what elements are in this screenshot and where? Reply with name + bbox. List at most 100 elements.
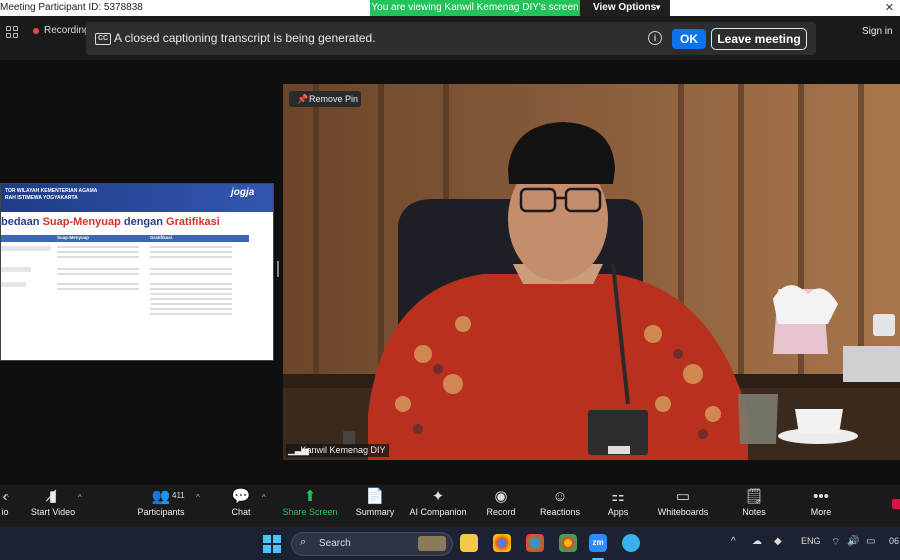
- reactions-label: Reactions: [539, 507, 581, 517]
- shared-screen-view[interactable]: TOR WILAYAH KEMENTERIAN AGAMA RAH ISTIME…: [0, 183, 274, 361]
- sign-in-link[interactable]: Sign in: [862, 26, 893, 37]
- slide-table-header: Suap-Menyuap Gratifikasi: [1, 235, 249, 242]
- record-label: Record: [486, 507, 516, 517]
- sparkle-icon: ✦: [431, 488, 445, 505]
- closed-caption-icon: CC: [95, 33, 111, 45]
- view-options-button[interactable]: View Options ▼: [580, 0, 670, 16]
- start-video-label: Start Video: [30, 507, 76, 517]
- leave-meeting-button[interactable]: Leave meeting: [711, 28, 807, 50]
- battery-icon[interactable]: ▭: [866, 536, 875, 547]
- chat-button[interactable]: 💬 Chat: [224, 485, 258, 527]
- slide-org-line-1: TOR WILAYAH KEMENTERIAN AGAMA: [5, 188, 98, 194]
- participant-name-tag: ▁▃▅ Kanwil Kemenag DIY: [286, 444, 389, 457]
- slide-logo: jogja: [231, 187, 255, 198]
- windows-taskbar: ⌕ Search zm ^ ☁ ◆ ENG ⌔ 🔊 ▭ 06: [0, 527, 900, 560]
- video-off-icon: ▮̸: [48, 488, 58, 505]
- remove-pin-button[interactable]: 📌 Remove Pin: [289, 91, 361, 107]
- participants-count: 411: [172, 491, 185, 500]
- more-label: More: [810, 507, 832, 517]
- video-options-caret-icon[interactable]: ^: [78, 493, 82, 502]
- slide-column-gratifikasi: Gratifikasi: [150, 235, 173, 240]
- share-screen-button[interactable]: ⬆ Share Screen: [282, 485, 338, 527]
- window-close-icon[interactable]: ✕: [885, 1, 894, 14]
- wifi-icon[interactable]: ⌔: [831, 536, 840, 549]
- remove-pin-label: Remove Pin: [309, 94, 359, 104]
- recording-dot-icon: [33, 28, 39, 34]
- recording-label[interactable]: Recording: [44, 25, 90, 36]
- slide-title: bedaan Suap-Menyuap dengan Gratifikasi: [1, 216, 220, 228]
- slide-header: TOR WILAYAH KEMENTERIAN AGAMA RAH ISTIME…: [1, 184, 273, 212]
- ok-button[interactable]: OK: [672, 29, 706, 49]
- language-indicator[interactable]: ENG: [801, 536, 821, 546]
- search-highlight-image: [418, 536, 446, 551]
- windows-start-icon[interactable]: [263, 535, 281, 553]
- whiteboards-button[interactable]: ▭ Whiteboards: [656, 485, 710, 527]
- apps-icon: ⚏: [611, 488, 625, 505]
- share-screen-label: Share Screen: [282, 507, 338, 517]
- record-icon: ◉: [494, 488, 508, 505]
- split-view-divider[interactable]: [277, 261, 279, 277]
- speaker-video[interactable]: [283, 84, 900, 460]
- view-options-label: View Options: [593, 2, 657, 13]
- ai-companion-button[interactable]: ✦ AI Companion: [408, 485, 468, 527]
- speaker-video-frame: [283, 84, 900, 460]
- info-icon[interactable]: i: [648, 31, 662, 45]
- apps-label: Apps: [607, 507, 629, 517]
- chrome-alt-icon[interactable]: [559, 534, 577, 552]
- cloud-icon[interactable]: ☁: [752, 536, 762, 547]
- smiley-plus-icon: ☺: [552, 488, 568, 505]
- slide-column-suap: Suap-Menyuap: [57, 235, 90, 240]
- caption-notification-bar: CC A closed captioning transcript is bei…: [86, 22, 816, 55]
- chevron-down-icon: ▼: [654, 3, 662, 12]
- start-video-button[interactable]: ▮̸ Start Video: [28, 485, 78, 527]
- chat-icon: 💬: [231, 488, 251, 505]
- meeting-controls: ‹ io ^ ▮̸ Start Video ^ 👥 411 Participan…: [0, 485, 900, 527]
- chrome-profile-icon[interactable]: [526, 534, 544, 552]
- file-explorer-icon[interactable]: [460, 534, 478, 552]
- participants-label: Participants: [137, 507, 185, 517]
- summary-icon: 📄: [365, 488, 385, 505]
- clock[interactable]: 06: [889, 536, 899, 546]
- pin-icon: 📌: [297, 94, 309, 104]
- participants-options-caret-icon[interactable]: ^: [196, 493, 200, 502]
- grid-view-icon[interactable]: [6, 26, 18, 38]
- overflow-icon[interactable]: [892, 499, 900, 509]
- signal-bars-icon: ▁▃▅: [288, 445, 309, 455]
- chrome-icon[interactable]: [493, 534, 511, 552]
- share-screen-icon: ⬆: [303, 488, 317, 505]
- tray-chevron-icon[interactable]: ^: [731, 536, 736, 547]
- apps-button[interactable]: ⚏ Apps: [604, 485, 632, 527]
- notes-button[interactable]: 🗒 Notes: [740, 485, 768, 527]
- whiteboard-icon: ▭: [675, 488, 691, 505]
- more-button[interactable]: ••• More: [808, 485, 834, 527]
- search-label: Search: [319, 538, 351, 549]
- summary-label: Summary: [355, 507, 395, 517]
- slide-title-start: bedaan: [1, 216, 43, 228]
- ai-companion-label: AI Companion: [409, 507, 467, 517]
- app-tray-icon[interactable]: ◆: [774, 536, 782, 547]
- globe-app-icon[interactable]: [622, 534, 640, 552]
- slide-title-term-2: Gratifikasi: [166, 216, 220, 228]
- audio-options-caret-icon[interactable]: ^: [5, 493, 9, 502]
- more-dots-icon: •••: [813, 488, 829, 505]
- participants-button[interactable]: 👥 411 Participants: [136, 485, 186, 527]
- chat-label: Chat: [231, 507, 251, 517]
- speaker-icon[interactable]: 🔊: [847, 536, 859, 547]
- search-icon: ⌕: [300, 536, 307, 548]
- caption-message: A closed captioning transcript is being …: [114, 31, 376, 45]
- chat-options-caret-icon[interactable]: ^: [262, 493, 266, 502]
- reactions-button[interactable]: ☺ Reactions: [538, 485, 582, 527]
- record-button[interactable]: ◉ Record: [484, 485, 518, 527]
- summary-button[interactable]: 📄 Summary: [354, 485, 396, 527]
- meeting-title: Meeting Participant ID: 5378838: [0, 2, 143, 13]
- viewing-screen-banner: You are viewing Kanwil Kemenag DIY's scr…: [370, 0, 580, 16]
- audio-button[interactable]: ‹ io: [0, 485, 10, 527]
- taskbar-search-box[interactable]: ⌕ Search: [291, 532, 453, 556]
- participant-name: Kanwil Kemenag DIY: [300, 445, 386, 455]
- slide-org-line-2: RAH ISTIMEWA YOGYAKARTA: [5, 195, 78, 201]
- notes-label: Notes: [742, 507, 766, 517]
- whiteboards-label: Whiteboards: [657, 507, 709, 517]
- slide-title-term-1: Suap-Menyuap: [42, 216, 121, 228]
- zoom-app-icon[interactable]: zm: [589, 534, 607, 552]
- audio-label: io: [1, 507, 9, 517]
